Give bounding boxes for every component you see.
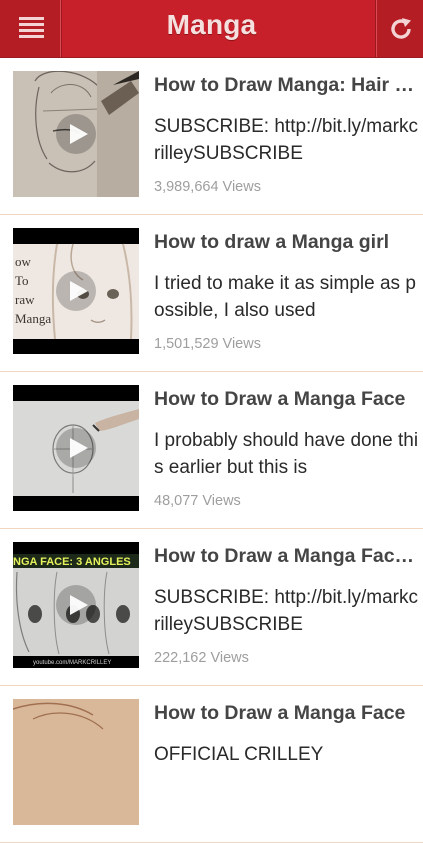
refresh-button[interactable] (375, 0, 423, 57)
svg-text:To: To (15, 273, 29, 288)
video-list: How to Draw Manga: Hair and Eyes SUBSCRI… (0, 58, 423, 843)
svg-text:youtube.com/MARKCRILLEY: youtube.com/MARKCRILLEY (33, 660, 111, 666)
view-count: 1,501,529 Views (154, 336, 261, 352)
video-description: I tried to make it as simple as possible… (154, 273, 416, 321)
svg-text:Manga: Manga (15, 311, 51, 326)
play-icon (56, 271, 96, 311)
video-thumbnail[interactable]: NGA FACE: 3 ANGLES youtube.com/MARKCRILL… (13, 542, 139, 668)
svg-text:raw: raw (15, 292, 35, 307)
page-title: Manga (166, 9, 257, 40)
svg-text:NGA FACE: 3 ANGLES: NGA FACE: 3 ANGLES (13, 556, 131, 568)
list-item[interactable]: How to Draw a Manga Face I probably shou… (0, 372, 423, 529)
video-title[interactable]: How to Draw Manga: Hair and Eyes (154, 74, 416, 97)
view-count: 3,989,664 Views (154, 179, 261, 195)
app-header: Manga (0, 0, 423, 58)
view-count: 48,077 Views (154, 493, 241, 509)
video-title[interactable]: How to Draw a Manga Face (154, 702, 416, 725)
svg-text:ow: ow (15, 254, 32, 269)
view-count: 222,162 Views (154, 650, 249, 666)
video-thumbnail[interactable] (13, 385, 139, 511)
play-icon (56, 428, 96, 468)
video-description: OFFICIAL CRILLEY (154, 744, 324, 765)
list-item[interactable]: How to Draw Manga: Hair and Eyes SUBSCRI… (0, 58, 423, 215)
video-description: I probably should have done this earlier… (154, 430, 419, 478)
video-title[interactable]: How to draw a Manga girl (154, 231, 416, 254)
video-title[interactable]: How to Draw a Manga Face: 3 Angles (154, 545, 416, 568)
video-thumbnail[interactable]: ow To raw Manga (13, 228, 139, 354)
list-item[interactable]: ow To raw Manga How to draw a Manga girl… (0, 215, 423, 372)
play-icon (56, 585, 96, 625)
video-thumbnail[interactable] (13, 699, 139, 825)
refresh-icon (391, 18, 411, 39)
video-title[interactable]: How to Draw a Manga Face (154, 388, 416, 411)
list-item[interactable]: NGA FACE: 3 ANGLES youtube.com/MARKCRILL… (0, 529, 423, 686)
play-icon (56, 114, 96, 154)
video-thumbnail[interactable] (13, 71, 139, 197)
video-description: SUBSCRIBE: http://bit.ly/markcrilleySUBS… (154, 587, 418, 635)
video-description: SUBSCRIBE: http://bit.ly/markcrilleySUBS… (154, 116, 418, 164)
list-item[interactable]: How to Draw a Manga Face OFFICIAL CRILLE… (0, 686, 423, 843)
